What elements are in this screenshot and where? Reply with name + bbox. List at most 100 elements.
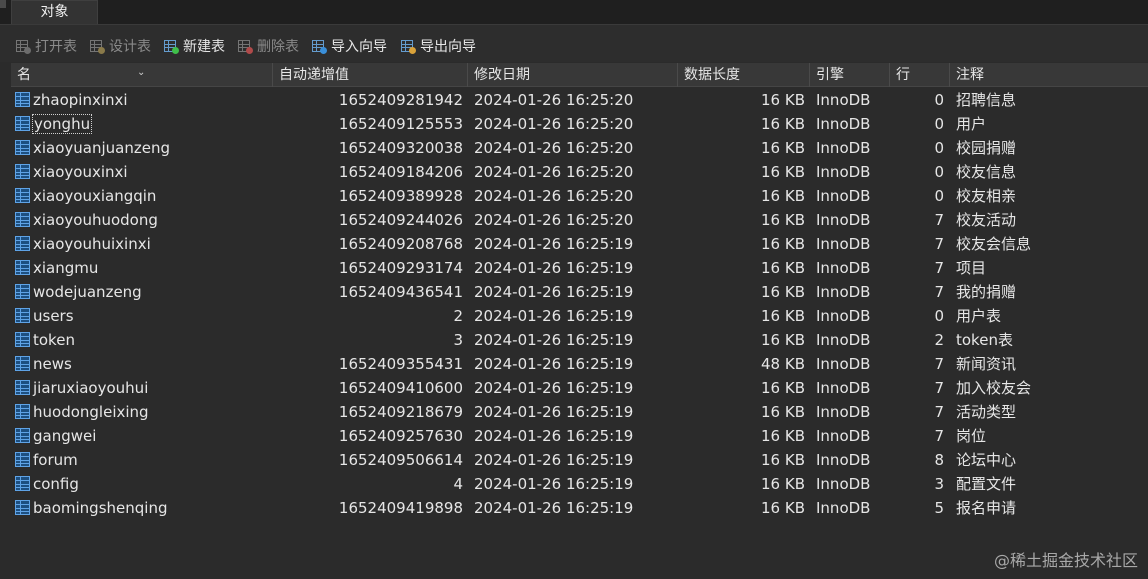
comment: 校友相亲 [956,187,1017,205]
table-name-cell[interactable]: jiaruxiaoyouhui [15,376,277,400]
column-header-comment[interactable]: 注释 [950,63,1148,87]
table-icon [15,140,30,155]
tab-bar-grip [0,0,6,8]
modified-date: 2024-01-26 16:25:19 [474,379,634,397]
table-icon [15,308,30,323]
data-length: 16 KB [761,115,805,133]
column-header-modified[interactable]: 修改日期 [468,63,678,87]
table-row[interactable]: baomingshenqing 1652409419898 2024-01-26 1… [11,496,1148,520]
table-row[interactable]: token 3 2024-01-26 16:25:19 16 KB InnoDB 2 tok… [11,328,1148,352]
table-name-cell[interactable]: xiaoyouhuixinxi [15,232,277,256]
table-name-cell[interactable]: xiaoyouxinxi [15,160,277,184]
comment: 活动类型 [956,403,1017,421]
import-wizard-icon [312,39,327,54]
export-wizard-icon [401,39,416,54]
table-name-cell[interactable]: forum [15,448,277,472]
table-name-cell[interactable]: token [15,328,277,352]
auto-increment-value: 1652409184206 [338,163,463,181]
comment: 我的捐赠 [956,283,1017,301]
modified-date: 2024-01-26 16:25:19 [474,475,634,493]
modified-date: 2024-01-26 16:25:19 [474,499,634,517]
table-row[interactable]: zhaopinxinxi 1652409281942 2024-01-26 16:2… [11,88,1148,112]
table-name-cell[interactable]: wodejuanzeng [15,280,277,304]
table-name-cell[interactable]: xiaoyuanjuanzeng [15,136,277,160]
table-list: zhaopinxinxi 1652409281942 2024-01-26 16:2… [11,88,1148,520]
table-name-cell[interactable]: users [15,304,277,328]
auto-increment-value: 1652409436541 [338,283,463,301]
table-icon [15,212,30,227]
table-name-cell[interactable]: xiaoyouxiangqin [15,184,277,208]
table-row[interactable]: news 1652409355431 2024-01-26 16:25:19 48 K… [11,352,1148,376]
comment: 项目 [956,259,987,277]
table-name: zhaopinxinxi [33,91,128,109]
auto-increment-value: 1652409355431 [338,355,463,373]
table-name: gangwei [33,427,97,445]
table-name-cell[interactable]: baomingshenqing [15,496,277,520]
table-row[interactable]: users 2 2024-01-26 16:25:19 16 KB InnoDB 0 用户表 [11,304,1148,328]
auto-increment-value: 4 [453,475,463,493]
row-count: 3 [934,475,944,493]
table-row[interactable]: jiaruxiaoyouhui 1652409410600 2024-01-26 1… [11,376,1148,400]
table-name-cell[interactable]: yonghu [15,112,277,136]
table-name: jiaruxiaoyouhui [33,379,149,397]
table-icon [15,236,30,251]
table-name-cell[interactable]: config [15,472,277,496]
table-row[interactable]: xiaoyouxiangqin 1652409389928 2024-01-26 1… [11,184,1148,208]
row-count: 7 [934,355,944,373]
column-header-engine[interactable]: 引擎 [810,63,890,87]
auto-increment-value: 1652409244026 [338,211,463,229]
table-row[interactable]: xiangmu 1652409293174 2024-01-26 16:25:19 1… [11,256,1148,280]
table-name-cell[interactable]: gangwei [15,424,277,448]
table-header: 名 ⌄ 自动递增值 修改日期 数据长度 引擎 行 注释 [11,63,1148,87]
column-header-data-length[interactable]: 数据长度 [678,63,810,87]
table-row[interactable]: wodejuanzeng 1652409436541 2024-01-26 16:2… [11,280,1148,304]
table-name: xiangmu [33,259,99,277]
column-header-name[interactable]: 名 ⌄ [11,63,273,87]
table-name-cell[interactable]: news [15,352,277,376]
table-row[interactable]: gangwei 1652409257630 2024-01-26 16:25:19 1… [11,424,1148,448]
open-table-icon [16,39,31,54]
auto-increment-value: 1652409125553 [338,115,463,133]
toolbar: 打开表 设计表 新建表 删除表 导入向导 导出向导 [0,24,1148,62]
table-row[interactable]: xiaoyouxinxi 1652409184206 2024-01-26 16:2… [11,160,1148,184]
table-row[interactable]: xiaoyuanjuanzeng 1652409320038 2024-01-26 … [11,136,1148,160]
auto-increment-value: 1652409293174 [338,259,463,277]
engine: InnoDB [816,115,871,133]
table-name: baomingshenqing [33,499,168,517]
sort-caret-icon: ⌄ [137,67,146,78]
table-name: xiaoyouxinxi [33,163,128,181]
engine: InnoDB [816,163,871,181]
tab-objects[interactable]: 对象 [11,0,98,24]
table-row[interactable]: xiaoyouhuodong 1652409244026 2024-01-26 16… [11,208,1148,232]
comment: 岗位 [956,427,987,445]
table-row[interactable]: forum 1652409506614 2024-01-26 16:25:19 16 … [11,448,1148,472]
table-row[interactable]: config 4 2024-01-26 16:25:19 16 KB InnoDB 3 配置… [11,472,1148,496]
table-name: xiaoyouxiangqin [33,187,157,205]
export-wizard-button[interactable]: 导出向导 [401,35,476,57]
table-icon [15,500,30,515]
engine: InnoDB [816,379,871,397]
table-row[interactable]: huodongleixing 1652409218679 2024-01-26 16… [11,400,1148,424]
table-name: yonghu [31,114,93,134]
column-header-rows[interactable]: 行 [890,63,950,87]
engine: InnoDB [816,475,871,493]
new-table-button[interactable]: 新建表 [164,35,225,57]
auto-increment-value: 1652409389928 [338,187,463,205]
table-name-cell[interactable]: xiangmu [15,256,277,280]
table-row[interactable]: yonghu 1652409125553 2024-01-26 16:25:20 16… [11,112,1148,136]
table-row[interactable]: xiaoyouhuixinxi 1652409208768 2024-01-26 1… [11,232,1148,256]
import-wizard-button[interactable]: 导入向导 [312,35,387,57]
table-name-cell[interactable]: huodongleixing [15,400,277,424]
open-table-button[interactable]: 打开表 [16,35,77,57]
table-name-cell[interactable]: xiaoyouhuodong [15,208,277,232]
design-table-button[interactable]: 设计表 [90,35,151,57]
delete-table-button[interactable]: 删除表 [238,35,299,57]
table-icon [15,260,30,275]
column-header-auto-increment[interactable]: 自动递增值 [273,63,468,87]
table-name-cell[interactable]: zhaopinxinxi [15,88,277,112]
auto-increment-value: 3 [453,331,463,349]
modified-date: 2024-01-26 16:25:19 [474,331,634,349]
engine: InnoDB [816,403,871,421]
tab-bar: 对象 [0,0,1148,24]
row-count: 5 [934,499,944,517]
